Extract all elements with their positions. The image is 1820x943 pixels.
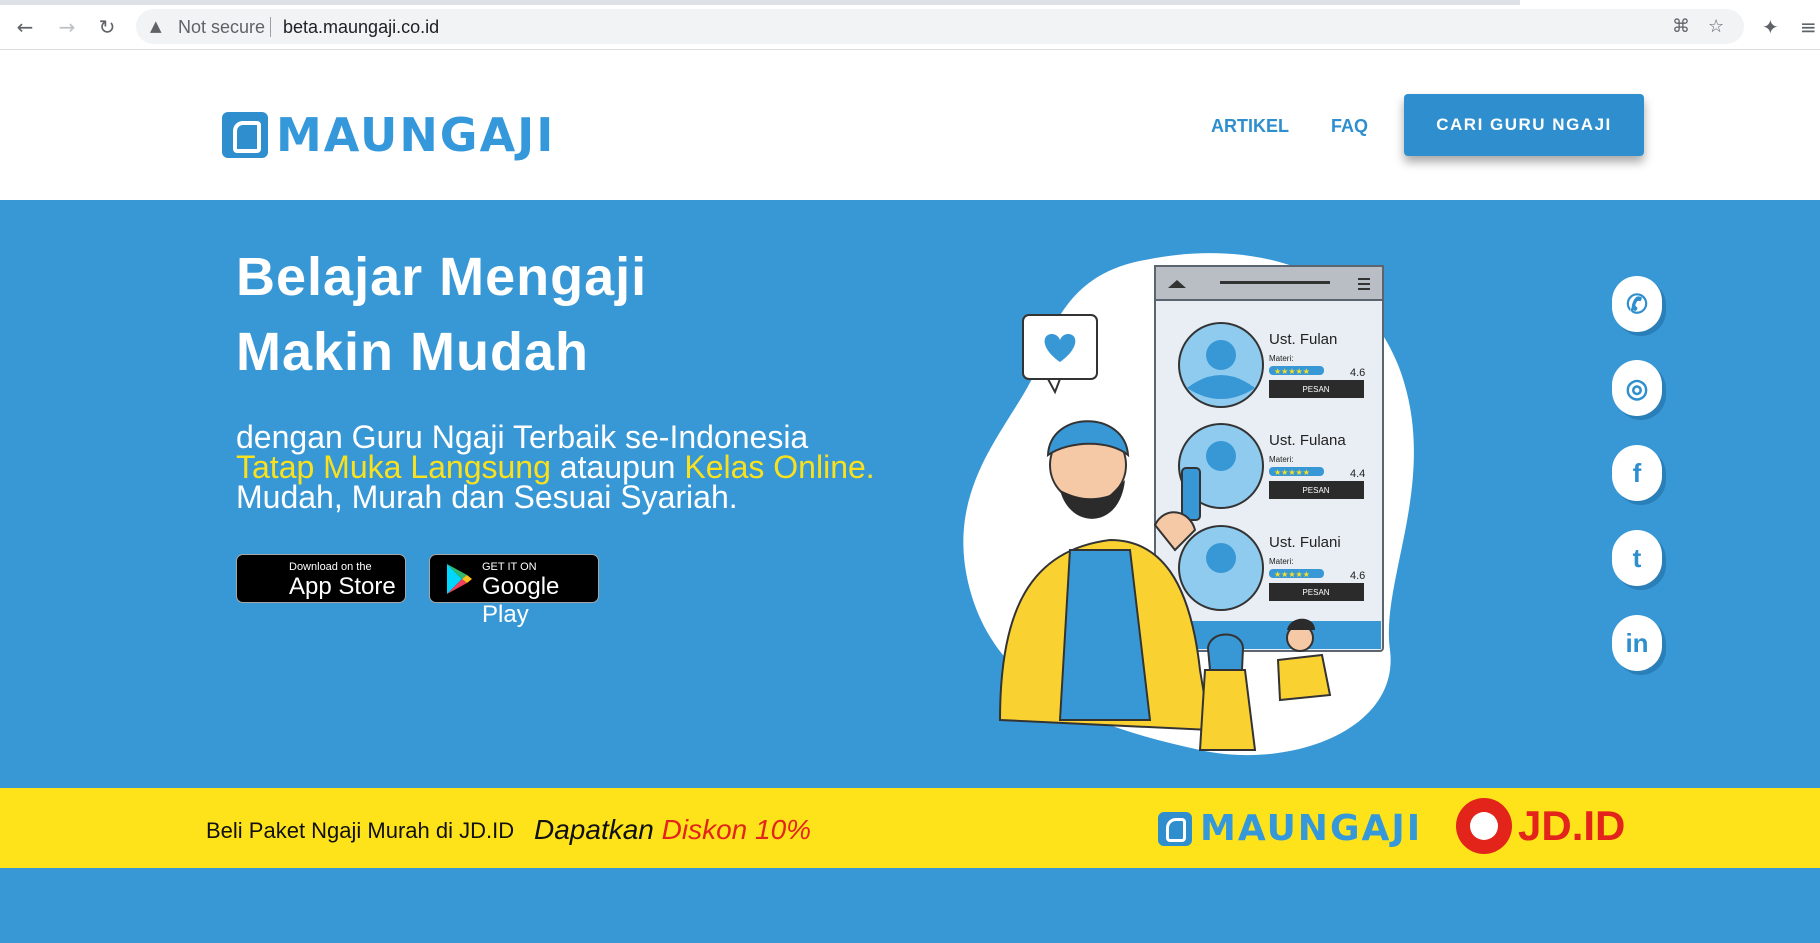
promo-banner[interactable]: Beli Paket Ngaji Murah di JD.ID Dapatkan… [0, 788, 1820, 868]
tab-strip [0, 0, 1520, 5]
teacher-name-2: Ust. Fulana [1269, 432, 1346, 449]
teacher-pesan-1: PESAN [1302, 385, 1329, 394]
hero-title-line2: Makin Mudah [236, 322, 590, 382]
twitter-icon[interactable]: t [1612, 530, 1662, 586]
google-play-badge[interactable]: GET IT ON Google Play [429, 554, 599, 628]
logo-mark-icon [222, 112, 268, 158]
facebook-icon[interactable]: f [1612, 445, 1662, 501]
app-store-big-text: App Store [289, 573, 396, 600]
nav-artikel[interactable]: ARTIKEL [1211, 116, 1289, 137]
jd-id-text: JD.ID [1518, 802, 1626, 849]
banner-text: Beli Paket Ngaji Murah di JD.ID [206, 818, 515, 843]
banner-maungaji-logo: MAUNGAJI [1158, 808, 1422, 849]
google-play-big-text: Google Play [482, 573, 560, 628]
svg-text:★★★★★: ★★★★★ [1274, 468, 1310, 477]
forward-icon[interactable]: → [54, 14, 80, 40]
next-section [0, 868, 1820, 943]
svg-text:★★★★★: ★★★★★ [1274, 570, 1310, 579]
teacher-rating-1: 4.6 [1350, 367, 1365, 379]
hero-section: Belajar Mengaji Makin Mudah dengan Guru … [0, 200, 1820, 788]
teacher-pesan-2: PESAN [1302, 486, 1329, 495]
url-text[interactable]: beta.maungaji.co.id [283, 17, 439, 38]
app-store-badge[interactable]: Download on the App Store [236, 554, 406, 603]
logo-text: MAUNGAJI [276, 108, 556, 162]
warning-icon: ▲ [150, 17, 162, 35]
hero-title: Belajar Mengaji Makin Mudah [236, 240, 647, 390]
teacher-name-3: Ust. Fulani [1269, 534, 1341, 551]
teacher-rating-3: 4.6 [1350, 570, 1365, 582]
cari-guru-ngaji-button[interactable]: CARI GURU NGAJI [1404, 94, 1644, 156]
reading-list-icon[interactable]: ≡ [1800, 15, 1817, 39]
extensions-icon[interactable]: ✦ [1762, 15, 1779, 39]
banner-logo-text: MAUNGAJI [1200, 808, 1423, 849]
teacher-name-1: Ust. Fulan [1269, 331, 1337, 348]
teacher-materi-1: Materi: [1269, 354, 1293, 363]
hero-illustration: Ust. Fulan Materi: ★★★★★ 4.6 PESAN Ust. … [963, 253, 1414, 756]
banner-logo-mark-icon [1158, 811, 1192, 846]
translate-icon[interactable]: ⌘ [1672, 16, 1690, 37]
banner-promo: Dapatkan Diskon 10% [534, 814, 811, 846]
hero-title-line1: Belajar Mengaji [236, 247, 648, 307]
hero-sub-line1: dengan Guru Ngaji Terbaik se-Indonesia [236, 419, 809, 455]
site-header: MAUNGAJI ARTIKEL FAQ CARI GURU NGAJI [0, 50, 1820, 200]
google-play-icon [447, 564, 472, 594]
whatsapp-icon[interactable]: ✆ [1612, 276, 1662, 332]
jd-id-logo: JD.ID [1456, 798, 1625, 854]
banner-promo-discount: Diskon 10% [661, 814, 812, 845]
teacher-pesan-3: PESAN [1302, 588, 1329, 597]
nav-faq[interactable]: FAQ [1331, 116, 1368, 137]
hero-subtitle: dengan Guru Ngaji Terbaik se-Indonesia T… [236, 419, 875, 515]
google-play-small-text: GET IT ON [482, 561, 537, 573]
browser-toolbar: ← → ↻ ▲ Not secure beta.maungaji.co.id ⌘… [0, 0, 1820, 50]
svg-text:★★★★★: ★★★★★ [1274, 367, 1310, 376]
hero-sub-line2: Tatap Muka Langsung ataupun Kelas Online… [236, 451, 875, 483]
security-label: Not secure [178, 17, 266, 37]
banner-promo-prefix: Dapatkan [534, 814, 654, 845]
bookmark-star-icon[interactable]: ☆ [1708, 16, 1724, 37]
teacher-materi-2: Materi: [1269, 455, 1293, 464]
site-logo[interactable]: MAUNGAJI [222, 108, 555, 162]
instagram-icon[interactable]: ◎ [1612, 360, 1662, 416]
jd-mascot-icon [1456, 798, 1512, 854]
app-store-small-text: Download on the [289, 561, 372, 573]
teacher-materi-3: Materi: [1269, 557, 1293, 566]
back-icon[interactable]: ← [12, 14, 38, 40]
address-separator [270, 17, 271, 37]
address-bar[interactable]: ▲ Not secure beta.maungaji.co.id ⌘ ☆ [136, 9, 1744, 44]
hero-sub-line3: Mudah, Murah dan Sesuai Syariah. [236, 479, 738, 515]
linkedin-icon[interactable]: in [1612, 615, 1662, 671]
teacher-rating-2: 4.4 [1350, 468, 1365, 480]
reload-icon[interactable]: ↻ [94, 14, 120, 40]
